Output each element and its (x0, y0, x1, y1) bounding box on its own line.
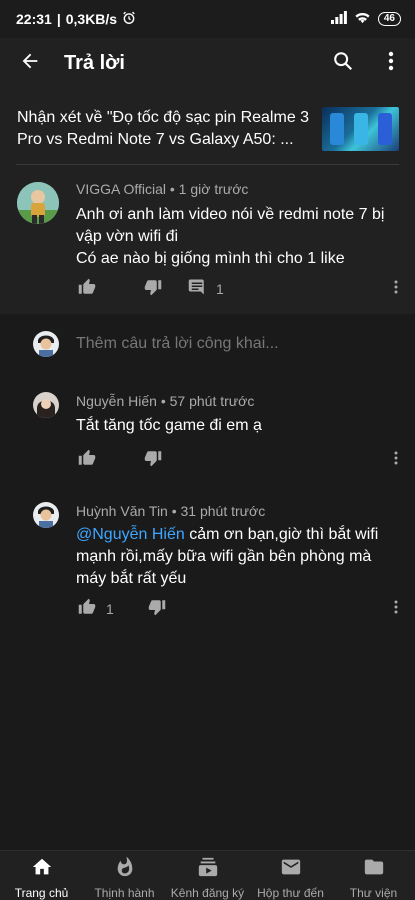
search-button[interactable] (319, 39, 367, 87)
avatar[interactable] (17, 182, 59, 224)
thumb-down-icon (144, 278, 162, 301)
dislike-button[interactable] (146, 598, 168, 620)
back-button[interactable] (2, 38, 58, 88)
replies-list: Nguyễn Hiến • 57 phút trước Tắt tăng tốc… (0, 374, 415, 850)
subscriptions-icon (197, 856, 219, 883)
nav-library[interactable]: Thư viện (332, 851, 415, 900)
video-reference[interactable]: Nhận xét về "Đọ tốc độ sạc pin Realme 3 … (0, 96, 415, 162)
network-speed: 0,3KB/s (65, 11, 118, 27)
status-time: 22:31 (16, 11, 52, 27)
comment-menu-button[interactable] (386, 277, 406, 301)
like-button[interactable] (76, 278, 98, 300)
status-bar: 22:31 | 0,3KB/s 46 (0, 0, 415, 38)
nav-home[interactable]: Trang chủ (0, 851, 83, 900)
more-vert-icon (388, 51, 394, 76)
wifi-icon (354, 11, 371, 27)
thumb-down-icon (148, 598, 166, 621)
reply-actions (76, 448, 164, 472)
reply-meta: Huỳnh Văn Tin • 31 phút trước (76, 503, 266, 519)
battery-indicator: 46 (377, 12, 401, 26)
more-vert-icon (394, 280, 398, 299)
reply-text: @Nguyễn Hiến cảm ơn bạn,giờ thì bắt wifi… (76, 524, 396, 590)
more-vert-icon (394, 451, 398, 470)
page-title: Trả lời (64, 51, 125, 74)
trending-icon (114, 856, 136, 883)
like-button[interactable] (76, 598, 98, 620)
nav-label: Trang chủ (14, 886, 69, 900)
nav-label: Thư viện (349, 886, 398, 900)
like-count: 1 (106, 601, 114, 617)
reply-button[interactable] (186, 278, 208, 300)
signal-icon (330, 11, 347, 27)
reply-input-placeholder[interactable]: Thêm câu trả lời công khai... (76, 335, 279, 353)
divider (16, 164, 399, 165)
reply-meta: Nguyễn Hiến • 57 phút trước (76, 393, 255, 409)
thumb-up-icon (78, 598, 96, 621)
thumb-up-icon (78, 449, 96, 472)
bottom-navigation: Trang chủ Thịnh hành Kênh đăng ký Hộp th… (0, 850, 415, 900)
reply-menu-button[interactable] (386, 448, 406, 472)
reply-input-row[interactable]: Thêm câu trả lời công khai... (0, 314, 415, 374)
dislike-button[interactable] (142, 449, 164, 471)
search-icon (332, 50, 354, 77)
avatar[interactable] (33, 392, 59, 418)
alarm-icon (122, 11, 136, 28)
library-icon (363, 856, 385, 883)
comment-icon (188, 278, 206, 301)
dislike-button[interactable] (142, 278, 164, 300)
like-button[interactable] (76, 449, 98, 471)
video-thumbnail[interactable] (322, 107, 399, 151)
reply-actions: 1 (76, 597, 168, 621)
nav-label: Hộp thư đến (257, 886, 324, 900)
reply-text: Tắt tăng tốc game đi em ạ (76, 417, 262, 434)
reply-count: 1 (216, 281, 224, 297)
more-vert-icon (394, 600, 398, 619)
comment-meta: VIGGA Official • 1 giờ trước (76, 181, 249, 197)
comment-text-line2: Có ae nào bị giống mình thì cho 1 like (76, 250, 345, 267)
nav-label: Kênh đăng ký (170, 886, 245, 900)
mention-link[interactable]: @Nguyễn Hiến (76, 526, 185, 543)
nav-inbox[interactable]: Hộp thư đến (249, 851, 332, 900)
reply-menu-button[interactable] (386, 597, 406, 621)
thumb-down-icon (144, 449, 162, 472)
comment-text-line1: Anh ơi anh làm video nói về redmi note 7… (76, 206, 385, 245)
inbox-icon (280, 856, 302, 883)
nav-subscriptions[interactable]: Kênh đăng ký (166, 851, 249, 900)
arrow-back-icon (19, 50, 41, 77)
comment-actions: 1 (76, 277, 224, 301)
video-title: Nhận xét về "Đọ tốc độ sạc pin Realme 3 … (17, 109, 310, 148)
nav-label: Thịnh hành (94, 886, 155, 900)
more-options-button[interactable] (367, 39, 415, 87)
user-avatar (33, 331, 59, 357)
nav-trending[interactable]: Thịnh hành (83, 851, 166, 900)
thumb-up-icon (78, 278, 96, 301)
parent-comment: VIGGA Official • 1 giờ trước Anh ơi anh … (0, 166, 415, 312)
app-bar: Trả lời (0, 38, 415, 88)
home-icon (31, 856, 53, 883)
avatar[interactable] (33, 502, 59, 528)
